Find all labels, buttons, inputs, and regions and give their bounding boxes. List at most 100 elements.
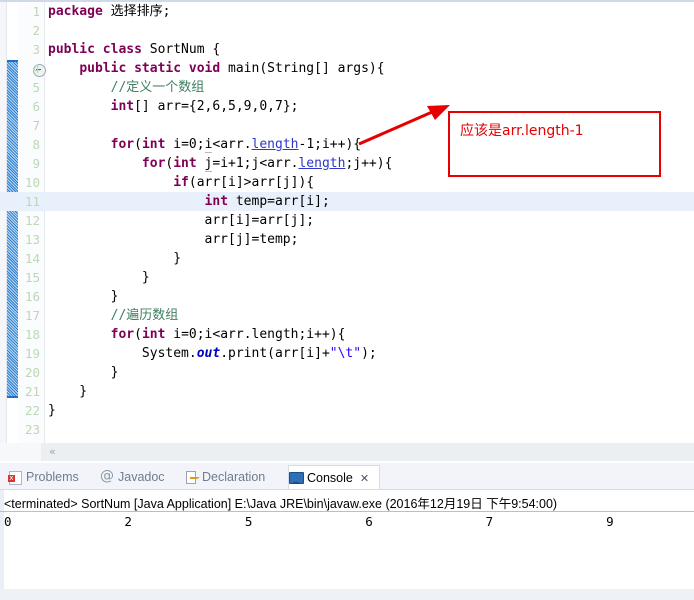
code-token: int (141, 327, 166, 342)
code-line[interactable]: 23 (0, 420, 694, 439)
code-token: //定义一个数组 (48, 80, 205, 95)
code-token: //遍历数组 (48, 308, 179, 323)
code-token: main(String[] args){ (220, 61, 385, 76)
line-number: 11 (24, 194, 40, 209)
code-line[interactable]: 12 arr[i]=arr[j]; (0, 211, 694, 230)
code-line[interactable]: 1 package 选择排序; (0, 2, 694, 21)
line-number: 6 (32, 99, 40, 114)
tab-label: Problems (26, 470, 79, 484)
code-token: } (48, 384, 88, 399)
code-line-text: for(int j=i+1;j<arr.length;j++){ (48, 154, 392, 173)
code-line-text: //定义一个数组 (48, 78, 205, 97)
code-line[interactable]: 13 arr[j]=temp; (0, 230, 694, 249)
code-line-text: } (48, 401, 56, 420)
code-line[interactable]: 4 public static void main(String[] args)… (0, 59, 694, 78)
code-line-text: public static void main(String[] args){ (48, 59, 385, 78)
code-token: int (204, 194, 229, 209)
annotation-arrow-icon (358, 105, 450, 146)
code-token: System. (48, 346, 197, 361)
code-line-text: for(int i=0;i<arr.length;i++){ (48, 325, 346, 344)
console-icon (289, 471, 304, 485)
code-line-text: arr[i]=arr[j]; (48, 211, 315, 230)
line-number: 21 (24, 384, 40, 399)
code-line[interactable]: 22} (0, 401, 694, 420)
code-token: out (196, 346, 221, 361)
code-line[interactable]: 5 //定义一个数组 (0, 78, 694, 97)
code-token: public class (48, 42, 142, 57)
tab-declaration[interactable]: Declaration (184, 465, 280, 489)
code-token: <arr. (212, 137, 252, 152)
editor-horizontal-scrollbar[interactable]: « (0, 443, 694, 461)
line-number: 3 (32, 42, 40, 57)
line-number: 14 (24, 251, 40, 266)
code-token: } (48, 289, 119, 304)
console-view[interactable]: <terminated> SortNum [Java Application] … (0, 489, 694, 600)
javadoc-icon (100, 469, 114, 484)
code-token: for (110, 327, 135, 342)
code-line[interactable]: 19 System.out.print(arr[i]+"\t"); (0, 344, 694, 363)
tab-javadoc[interactable]: Javadoc (100, 465, 178, 489)
line-number: 23 (24, 422, 40, 437)
line-number: 8 (32, 137, 40, 152)
code-token: i=0;i<arr.length;i++){ (165, 327, 346, 342)
code-line[interactable]: 16 } (0, 287, 694, 306)
code-token[interactable]: length (252, 137, 299, 152)
code-line-text: int[] arr={2,6,5,9,0,7}; (48, 97, 299, 116)
code-editor[interactable]: 1 package 选择排序; 2 3 public class SortNum {4 … (0, 0, 694, 463)
problems-icon (8, 470, 22, 485)
code-token: arr[j]=temp; (48, 232, 299, 247)
tab-problems[interactable]: Problems (8, 465, 94, 489)
line-number: 22 (24, 403, 40, 418)
code-token: package (48, 4, 103, 19)
code-line[interactable]: 18 for(int i=0;i<arr.length;i++){ (0, 325, 694, 344)
code-line[interactable]: 21 } (0, 382, 694, 401)
code-token: SortNum { (141, 42, 221, 57)
code-token: ); (361, 346, 377, 361)
console-output: 0 2 5 6 7 9 (4, 514, 614, 529)
line-number: 9 (32, 156, 40, 171)
code-line-text: } (48, 382, 87, 401)
code-line[interactable]: 2 (0, 21, 694, 40)
line-number: 16 (24, 289, 40, 304)
code-token: int (173, 156, 197, 171)
code-token: for (110, 137, 135, 152)
line-number: 12 (24, 213, 40, 228)
code-token: =i+1;j<arr. (212, 156, 299, 171)
code-line[interactable]: 20 } (0, 363, 694, 382)
code-area[interactable]: 1 package 选择排序; 2 3 public class SortNum {4 … (0, 2, 694, 443)
scroll-left-arrow-icon[interactable]: « (49, 446, 59, 457)
line-number: 2 (32, 23, 40, 38)
code-line[interactable]: 11 int temp=arr[i]; (0, 192, 694, 211)
code-token: .print(arr[i]+ (220, 346, 330, 361)
code-line-text: if(arr[i]>arr[j]){ (48, 173, 314, 192)
view-tab-bar[interactable]: Problems Javadoc Declaration Console ✕ (0, 465, 694, 490)
code-line-text: for(int i=0;i<arr.length-1;i++){ (48, 135, 361, 154)
code-line[interactable]: 15 } (0, 268, 694, 287)
line-number: 10 (24, 175, 40, 190)
scrollbar-left-pad (0, 443, 41, 461)
code-token[interactable]: length (298, 156, 345, 171)
line-number: 18 (24, 327, 40, 342)
line-number: 20 (24, 365, 40, 380)
code-line-text: System.out.print(arr[i]+"\t"); (48, 344, 377, 363)
code-line-text: } (48, 287, 119, 306)
code-line[interactable]: 17 //遍历数组 (0, 306, 694, 325)
code-token: } (48, 270, 150, 285)
scrollbar-track[interactable] (41, 443, 694, 461)
code-token: [] arr={2,6,5,9,0,7}; (134, 99, 299, 114)
code-token: public static void (79, 61, 221, 76)
code-token: ( (134, 327, 142, 342)
code-line[interactable]: 14 } (0, 249, 694, 268)
code-token: arr[i]=arr[j]; (48, 213, 315, 228)
line-number: 4 (32, 61, 40, 76)
close-icon[interactable]: ✕ (360, 472, 369, 485)
annotation-text: 应该是arr.length-1 (460, 123, 584, 139)
tab-console[interactable]: Console ✕ (288, 465, 380, 490)
code-line[interactable]: 3 public class SortNum { (0, 40, 694, 59)
code-lines[interactable]: 1 package 选择排序; 2 3 public class SortNum {4 … (0, 2, 694, 443)
